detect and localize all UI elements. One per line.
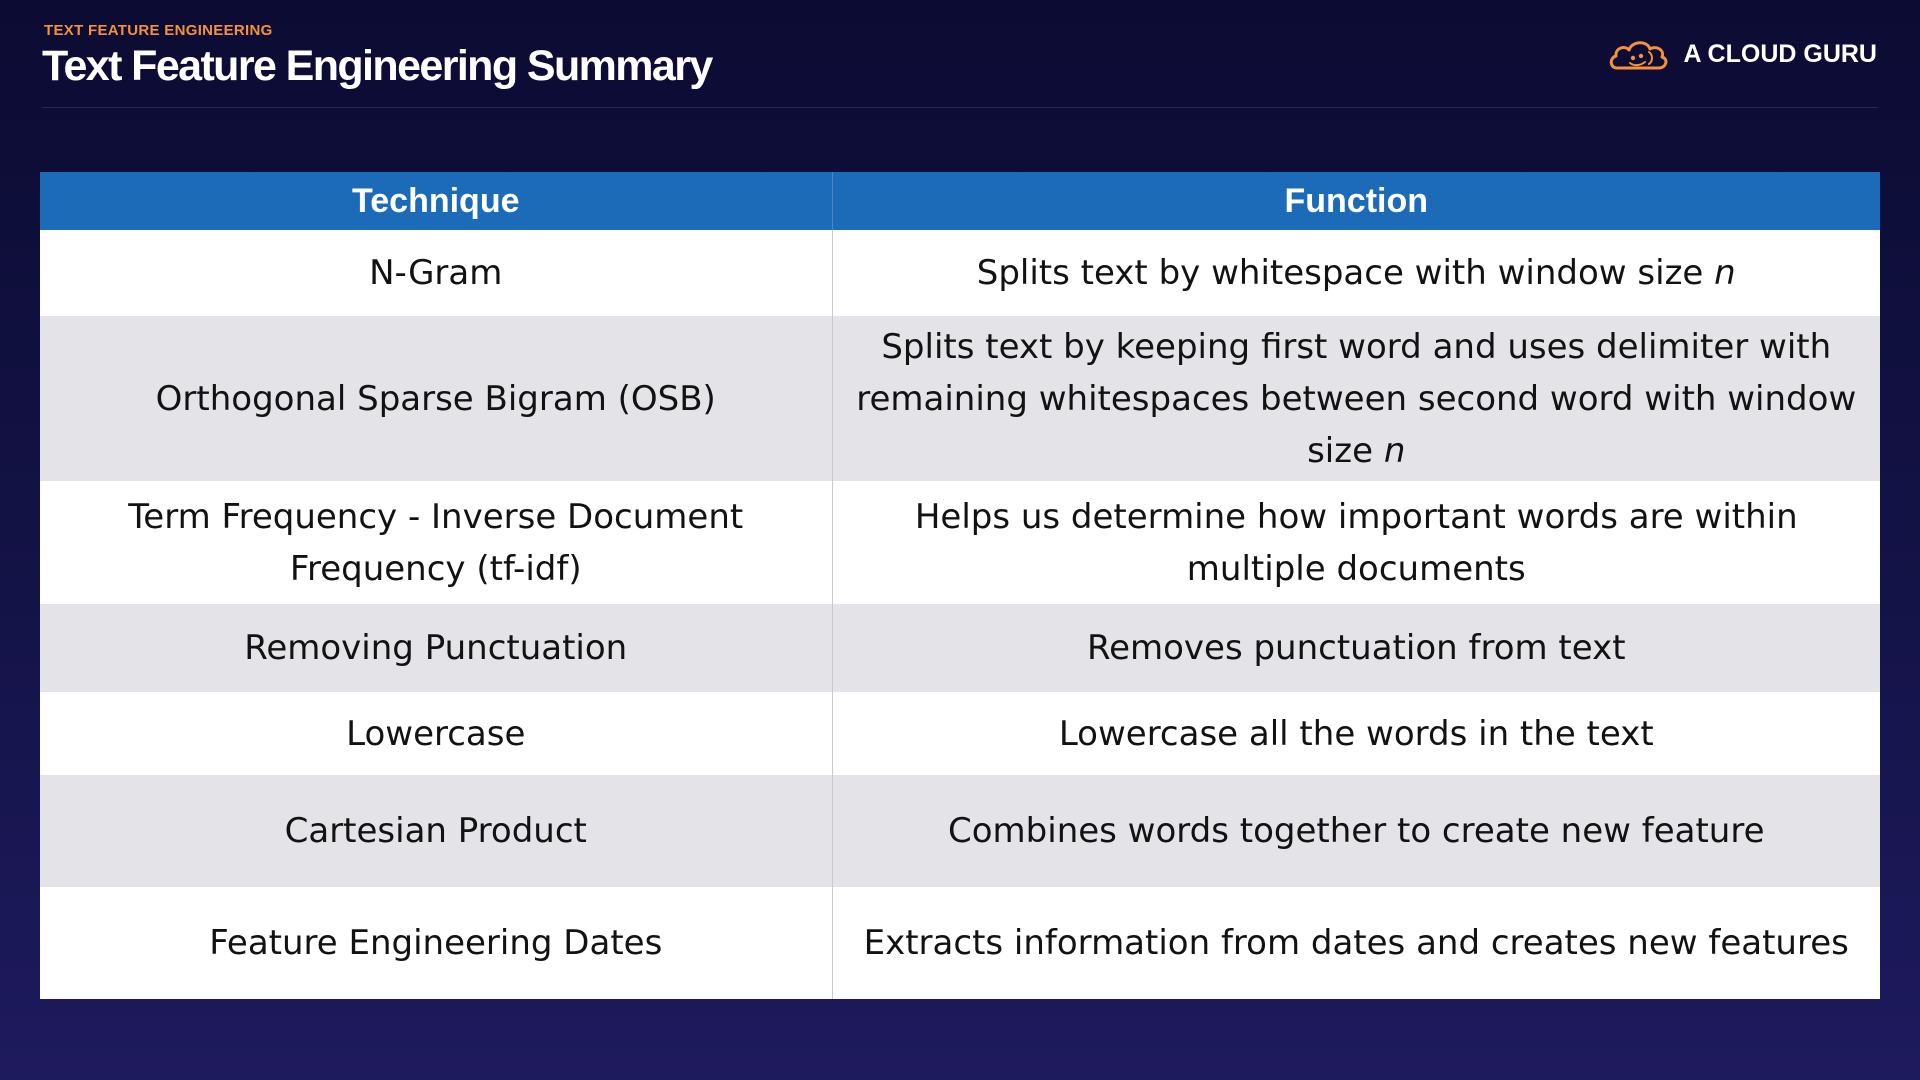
table-row: Removing Punctuation Removes punctuation…: [40, 604, 1880, 692]
function-cell: Lowercase all the words in the text: [831, 692, 1880, 775]
window-size-variable: n: [1714, 253, 1736, 293]
brand-logo: A CLOUD GURU: [1607, 34, 1877, 74]
table-row: Feature Engineering Dates Extracts infor…: [40, 887, 1880, 999]
section-kicker: TEXT FEATURE ENGINEERING: [44, 22, 273, 39]
table-row: Orthogonal Sparse Bigram (OSB) Splits te…: [40, 316, 1880, 481]
technique-cell: Cartesian Product: [40, 775, 832, 887]
function-text: Splits text by keeping first word and us…: [856, 326, 1857, 471]
window-size-variable: n: [1383, 430, 1406, 471]
slide-title: Text Feature Engineering Summary: [42, 42, 713, 90]
table-row: Lowercase Lowercase all the words in the…: [40, 692, 1880, 775]
cloud-logo-icon: [1607, 36, 1669, 72]
function-cell: Combines words together to create new fe…: [831, 775, 1880, 887]
column-header-function: Function: [831, 172, 1880, 230]
function-cell: Splits text by keeping first word and us…: [831, 316, 1880, 481]
summary-table: Technique Function N-Gram Splits text by…: [40, 172, 1880, 999]
function-cell: Extracts information from dates and crea…: [831, 887, 1880, 999]
table-row: Cartesian Product Combines words togethe…: [40, 775, 1880, 887]
column-header-technique: Technique: [40, 172, 832, 230]
function-cell: Helps us determine how important words a…: [831, 481, 1880, 604]
technique-cell: Feature Engineering Dates: [40, 887, 832, 999]
table-header-row: Technique Function: [40, 172, 1880, 230]
function-text: Splits text by whitespace with window si…: [976, 253, 1715, 293]
technique-cell: Removing Punctuation: [40, 604, 832, 692]
technique-cell: Term Frequency - Inverse Document Freque…: [40, 481, 832, 604]
technique-cell: Orthogonal Sparse Bigram (OSB): [40, 316, 832, 481]
table-row: Term Frequency - Inverse Document Freque…: [40, 481, 1880, 604]
brand-name: A CLOUD GURU: [1683, 39, 1877, 68]
technique-cell: N-Gram: [40, 230, 832, 316]
function-cell: Removes punctuation from text: [831, 604, 1880, 692]
function-cell: Splits text by whitespace with window si…: [831, 230, 1880, 316]
technique-cell: Lowercase: [40, 692, 832, 775]
header-divider: [42, 107, 1878, 108]
table-row: N-Gram Splits text by whitespace with wi…: [40, 230, 1880, 316]
